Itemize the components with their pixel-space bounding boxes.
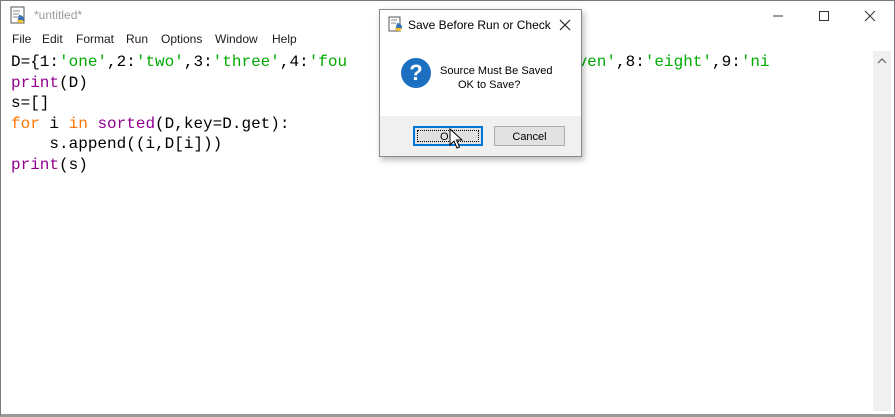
code-line[interactable]: for i in sorted(D,key=D.get): — [11, 114, 289, 135]
scroll-up-icon[interactable] — [877, 57, 887, 65]
cancel-button[interactable]: Cancel — [494, 126, 565, 146]
code-token-default: s=[] — [11, 94, 50, 112]
code-token-default: ,4: — [279, 53, 309, 71]
code-token-default — [88, 115, 98, 133]
vertical-scrollbar[interactable] — [873, 51, 891, 411]
menu-options[interactable]: Options — [161, 32, 202, 46]
menu-run[interactable]: Run — [126, 32, 148, 46]
code-line[interactable]: print(D) — [11, 73, 88, 94]
close-icon — [864, 10, 876, 22]
focus-rectangle — [417, 130, 479, 142]
window-title: *untitled* — [34, 8, 83, 22]
dialog-title-bar[interactable]: Save Before Run or Check — [380, 10, 581, 39]
mouse-cursor-icon — [449, 128, 463, 149]
maximize-icon — [819, 11, 829, 21]
code-token-default: i — [39, 114, 69, 133]
maximize-button[interactable] — [801, 1, 847, 29]
idle-python-icon — [10, 6, 25, 24]
save-before-run-dialog: Save Before Run or Check ? Source Must B… — [379, 9, 582, 157]
code-token-default: ,2: — [107, 53, 136, 71]
dialog-title: Save Before Run or Check — [408, 18, 551, 32]
dialog-message-line-2: OK to Save? — [458, 79, 521, 91]
code-token-keyword: in — [68, 114, 88, 133]
code-token-default: ,8: — [615, 53, 645, 71]
menu-file[interactable]: File — [12, 32, 31, 46]
code-token-string: 'one' — [59, 53, 108, 71]
code-token-default: ,3: — [183, 53, 213, 71]
menu-format[interactable]: Format — [76, 32, 114, 46]
code-line[interactable]: s=[] — [11, 93, 49, 114]
code-token-builtin: sorted — [97, 114, 156, 133]
code-token-keyword: for — [11, 114, 40, 133]
code-token-builtin: print — [11, 73, 60, 92]
menu-help[interactable]: Help — [272, 32, 297, 46]
code-token-default: ,9: — [712, 53, 741, 71]
menu-window[interactable]: Window — [215, 32, 258, 46]
code-token-string: 'three' — [212, 53, 280, 71]
code-token-string: 'fou — [308, 53, 348, 71]
menu-edit[interactable]: Edit — [42, 32, 63, 46]
dialog-body: ? Source Must Be Saved OK to Save? — [380, 39, 581, 116]
code-token-default: s.append((i,D[i])) — [11, 135, 223, 153]
code-token-default: D={1: — [11, 53, 60, 71]
code-token-default: (D) — [59, 73, 88, 92]
code-token-builtin: print — [11, 155, 60, 174]
dialog-message-line-1: Source Must Be Saved — [440, 65, 553, 77]
idle-python-icon — [388, 16, 402, 32]
code-token-default: (D,key=D.get): — [155, 114, 290, 133]
close-window-button[interactable] — [847, 1, 893, 29]
question-icon: ? — [401, 58, 431, 88]
code-line[interactable]: print(s) — [11, 155, 88, 176]
code-token-string: 'eight' — [644, 53, 713, 71]
code-line[interactable]: s.append((i,D[i])) — [11, 134, 222, 155]
cancel-button-label: Cancel — [512, 131, 547, 143]
code-token-string: 'two' — [135, 53, 184, 71]
ok-button[interactable]: OK — [413, 126, 483, 146]
code-token-string: 'ni — [740, 53, 770, 71]
minimize-icon — [773, 15, 783, 17]
code-token-default: (s) — [59, 155, 88, 174]
svg-text:?: ? — [409, 60, 422, 85]
minimize-button[interactable] — [755, 1, 801, 29]
close-icon[interactable] — [556, 16, 574, 34]
